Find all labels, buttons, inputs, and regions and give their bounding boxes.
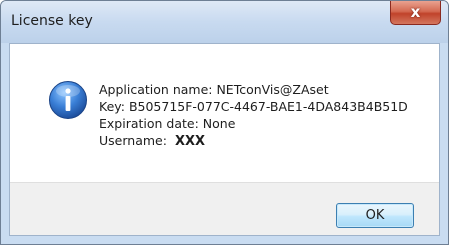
- expiration-date-text: Expiration date: None: [99, 116, 236, 131]
- message-area: Application name: NETconVis@ZAset Key: B…: [10, 44, 439, 182]
- license-key-text: Key: B505715F-077C-4467-BAE1-4DA843B4B51…: [99, 99, 408, 114]
- username-row: Username: XXX: [99, 132, 408, 150]
- ok-button[interactable]: OK: [336, 203, 414, 228]
- window-title: License key: [11, 13, 93, 29]
- title-bar[interactable]: License key x: [1, 1, 448, 43]
- close-icon: x: [410, 3, 421, 21]
- application-name-text: Application name: NETconVis@ZAset: [99, 82, 329, 97]
- license-key-dialog: License key x Application name: NETconVi…: [0, 0, 449, 245]
- information-icon: [49, 81, 87, 119]
- username-label: Username:: [99, 133, 167, 148]
- dialog-body: Application name: NETconVis@ZAset Key: B…: [9, 43, 440, 236]
- button-bar: OK: [10, 182, 439, 235]
- license-details: Application name: NETconVis@ZAset Key: B…: [99, 81, 408, 150]
- close-button[interactable]: x: [390, 1, 441, 25]
- username-value: XXX: [174, 134, 206, 149]
